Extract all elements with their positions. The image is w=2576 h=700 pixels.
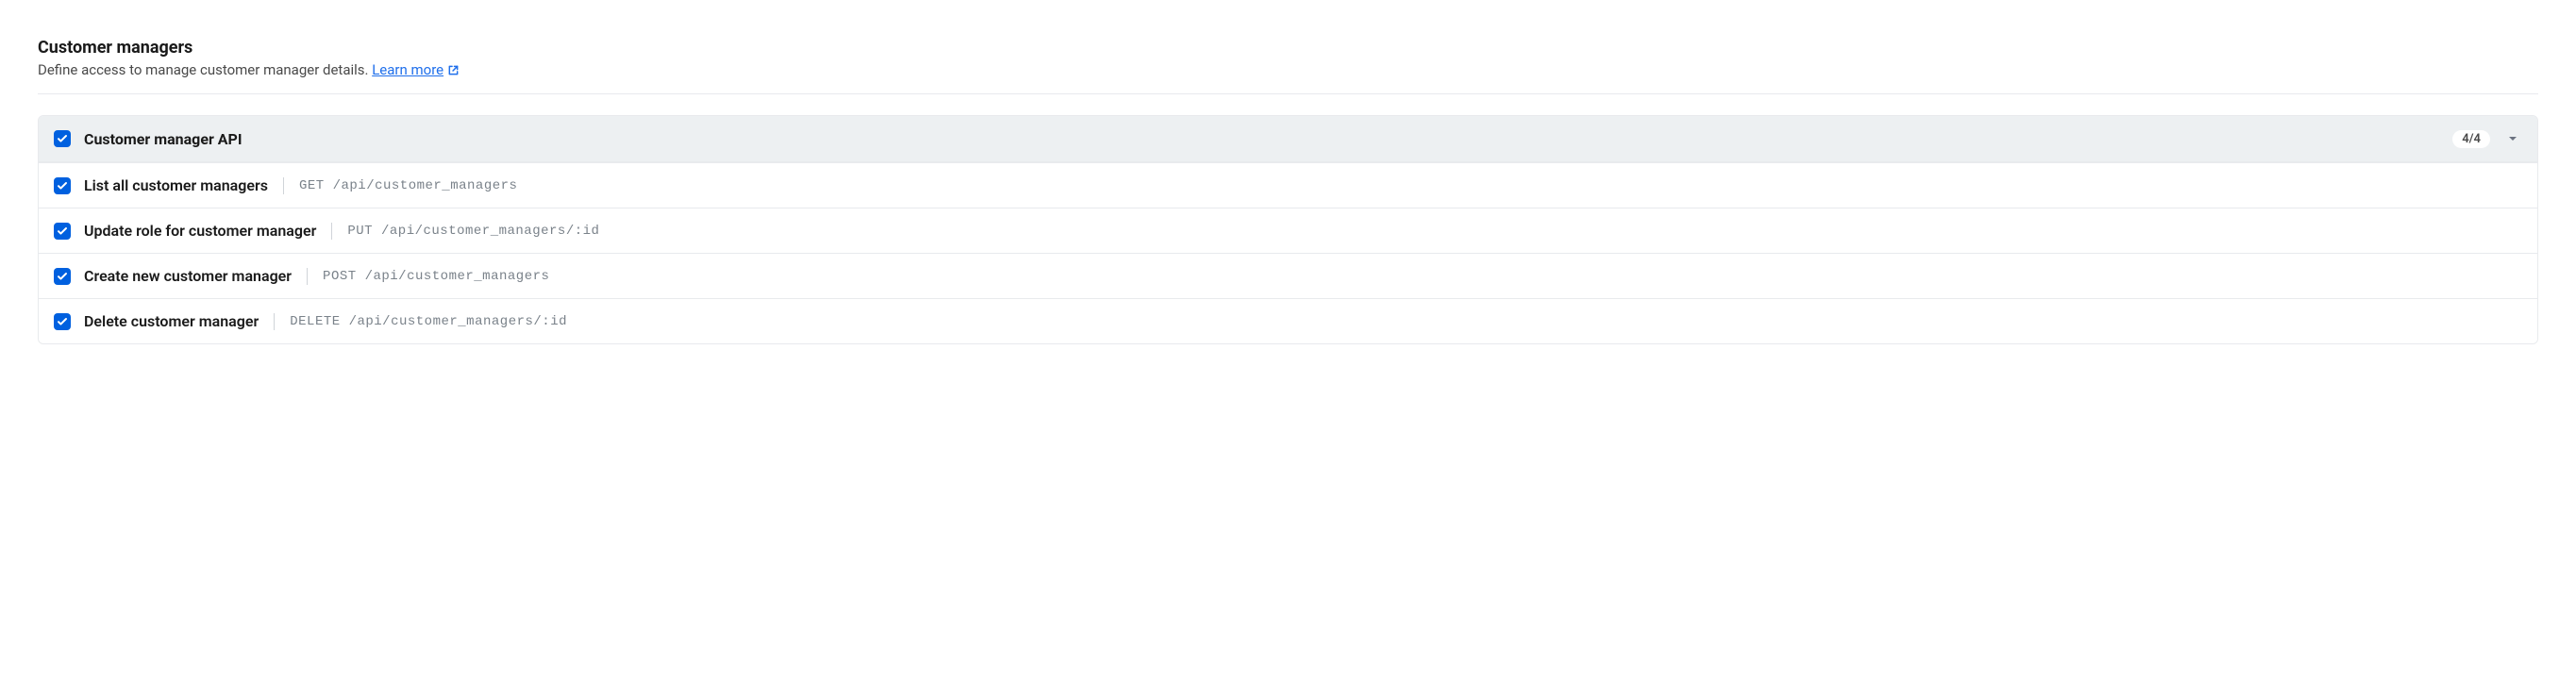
item-checkbox[interactable] — [54, 223, 71, 240]
learn-more-link[interactable]: Learn more — [372, 61, 460, 78]
http-method: GET — [299, 178, 325, 193]
group-label: Customer manager API — [84, 130, 2439, 148]
separator — [283, 177, 284, 194]
permission-item-row: Create new customer manager POST /api/cu… — [39, 253, 2537, 298]
endpoint-path: /api/customer_managers — [365, 269, 550, 284]
item-label: Create new customer manager — [84, 267, 292, 285]
http-method: PUT — [347, 224, 373, 239]
separator — [331, 223, 332, 240]
item-label: Update role for customer manager — [84, 222, 316, 240]
chevron-down-icon — [2507, 133, 2518, 144]
http-method: DELETE — [290, 314, 340, 329]
section-title: Customer managers — [38, 38, 2538, 58]
section-description-text: Define access to manage customer manager… — [38, 61, 372, 78]
endpoint-path: /api/customer_managers/:id — [349, 314, 567, 329]
endpoint-path: /api/customer_managers/:id — [381, 224, 599, 239]
section-header: Customer managers Define access to manag… — [38, 38, 2538, 78]
external-link-icon — [447, 64, 460, 76]
divider — [38, 93, 2538, 94]
permission-item-row: Update role for customer manager PUT /ap… — [39, 208, 2537, 253]
item-checkbox[interactable] — [54, 268, 71, 285]
permission-item-row: List all customer managers GET /api/cust… — [39, 162, 2537, 208]
item-label: Delete customer manager — [84, 312, 259, 330]
separator — [307, 268, 308, 285]
permissions-panel: Customer manager API 4/4 List all custom… — [38, 115, 2538, 344]
endpoint: GET /api/customer_managers — [299, 178, 517, 193]
http-method: POST — [323, 269, 357, 284]
learn-more-text: Learn more — [372, 61, 443, 78]
endpoint: PUT /api/customer_managers/:id — [347, 224, 599, 239]
endpoint: DELETE /api/customer_managers/:id — [290, 314, 567, 329]
endpoint-path: /api/customer_managers — [333, 178, 518, 193]
expand-toggle[interactable] — [2503, 129, 2522, 148]
item-checkbox[interactable] — [54, 313, 71, 330]
group-count-badge: 4/4 — [2452, 130, 2490, 148]
section-description: Define access to manage customer manager… — [38, 61, 2538, 78]
endpoint: POST /api/customer_managers — [323, 269, 549, 284]
item-label: List all customer managers — [84, 176, 268, 194]
separator — [274, 313, 275, 330]
group-checkbox[interactable] — [54, 130, 71, 147]
permission-item-row: Delete customer manager DELETE /api/cust… — [39, 298, 2537, 343]
permission-group-row[interactable]: Customer manager API 4/4 — [39, 116, 2537, 162]
item-checkbox[interactable] — [54, 177, 71, 194]
